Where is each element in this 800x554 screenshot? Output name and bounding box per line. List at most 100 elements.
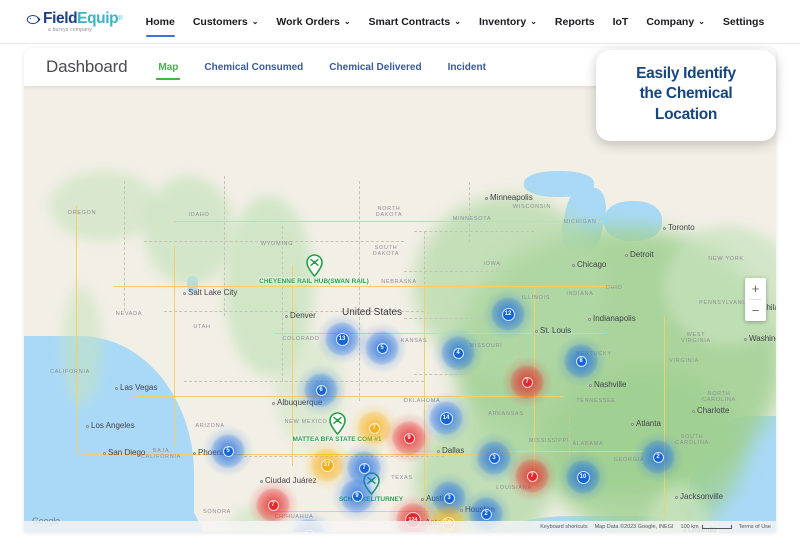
callout-tooltip: Easily Identify the Chemical Location: [596, 50, 776, 142]
terrain-green-sierra: [62, 286, 102, 406]
state-label: SONORA: [202, 509, 232, 515]
cluster-count-badge[interactable]: 5: [222, 445, 234, 457]
cluster-count-badge[interactable]: 7: [368, 422, 380, 434]
city-label: Dallas: [442, 446, 465, 455]
zoom-out-button[interactable]: −: [745, 300, 766, 321]
cluster-count-badge[interactable]: 7: [358, 462, 370, 474]
state-label: NEVADA: [115, 311, 143, 317]
nav-item-label: Home: [145, 15, 175, 28]
map-cluster-marker[interactable]: 12: [482, 288, 534, 340]
city-label: Chicago: [577, 260, 607, 269]
cluster-count-badge[interactable]: 9: [403, 432, 415, 444]
brand-logo[interactable]: Field Equip ® a bursys company: [26, 10, 123, 33]
map-cluster-marker[interactable]: 7: [501, 356, 553, 408]
nav-item-inventory[interactable]: Inventory ⌄: [470, 0, 546, 44]
state-label: MICHIGAN: [563, 219, 597, 225]
nav-item-company[interactable]: Company ⌄: [637, 0, 714, 44]
cluster-count-badge[interactable]: 8: [575, 355, 587, 367]
cluster-count-badge[interactable]: 2: [652, 451, 664, 463]
highway-i80: [114, 286, 614, 287]
cluster-count-badge[interactable]: 7: [526, 470, 538, 482]
city-dot-icon: [534, 330, 538, 333]
tab-chemical-delivered[interactable]: Chemical Delivered: [316, 48, 434, 86]
state-label: CALIFORNIA: [140, 454, 182, 460]
city-dot-icon: [85, 425, 89, 428]
chevron-down-icon: ⌄: [530, 17, 537, 26]
highway-i5: [76, 206, 77, 456]
nav-item-customers[interactable]: Customers ⌄: [184, 0, 268, 44]
map-cluster-marker[interactable]: 2: [632, 431, 684, 483]
state-label: DAKOTA: [372, 251, 400, 257]
nav-item-settings[interactable]: Settings: [714, 0, 773, 44]
highway-i15: [174, 246, 175, 446]
map-cluster-marker[interactable]: 4: [432, 327, 484, 379]
city-dot-icon: [662, 227, 666, 230]
border-v-5: [469, 182, 470, 242]
city-label: St. Louis: [540, 326, 572, 335]
cluster-count-badge[interactable]: 12: [501, 307, 515, 321]
city-label: Charlotte: [697, 406, 730, 415]
map-cluster-marker[interactable]: 14: [420, 392, 472, 444]
cluster-count-badge[interactable]: 10: [576, 470, 590, 484]
tab-incident[interactable]: Incident: [435, 48, 499, 86]
state-label: PENNSYLVANIA: [699, 300, 749, 306]
callout-line-3: Location: [654, 105, 718, 123]
state-label: COLORADO: [282, 336, 320, 342]
state-label: NEW YORK: [708, 256, 744, 262]
city-label: Toronto: [668, 223, 695, 232]
city-label: Denver: [290, 311, 316, 320]
city-dot-icon: [192, 452, 196, 455]
brand-name-field: Field: [43, 10, 78, 27]
cluster-count-badge[interactable]: 9: [351, 490, 363, 502]
cluster-count-badge[interactable]: 4: [452, 347, 464, 359]
state-label: MINNESOTA: [452, 216, 492, 222]
terms-of-use-link[interactable]: Terms of Use: [739, 524, 771, 530]
cluster-count-badge[interactable]: 6: [315, 384, 327, 396]
keyboard-shortcuts-link[interactable]: Keyboard shortcuts: [540, 524, 587, 530]
cluster-count-badge[interactable]: 3: [488, 452, 500, 464]
map-cluster-marker[interactable]: 8: [555, 335, 607, 387]
map-cluster-marker[interactable]: 5: [202, 425, 254, 477]
map-cluster-marker[interactable]: 5: [356, 322, 408, 374]
cluster-count-badge[interactable]: 2: [480, 508, 492, 520]
map-cluster-marker[interactable]: 6: [295, 364, 347, 416]
cluster-count-badge[interactable]: 3: [443, 492, 455, 504]
cluster-count-badge[interactable]: 7: [267, 499, 279, 511]
state-label: VIRGINIA: [669, 358, 699, 364]
map-cluster-marker[interactable]: 9: [331, 470, 383, 522]
city-dot-icon: [182, 292, 186, 295]
nav-item-work-orders[interactable]: Work Orders ⌄: [267, 0, 359, 44]
map-cluster-marker[interactable]: 10: [557, 451, 609, 503]
highway-i40: [134, 396, 564, 397]
terrain-green-idaho: [144, 176, 234, 286]
map-scale-line-icon: [701, 524, 732, 529]
city-label: Detroit: [630, 250, 654, 259]
nav-item-home[interactable]: Home: [137, 0, 184, 44]
cluster-count-badge[interactable]: 7: [521, 376, 533, 388]
city-label: San Diego: [108, 448, 146, 457]
cluster-count-badge[interactable]: 37: [320, 458, 334, 472]
cluster-count-badge[interactable]: 13: [335, 332, 349, 346]
border-line-5: [414, 231, 534, 232]
tab-chemical-consumed[interactable]: Chemical Consumed: [191, 48, 316, 86]
city-dot-icon: [674, 496, 678, 499]
lake-superior: [524, 171, 594, 197]
state-label: DAKOTA: [375, 212, 403, 218]
nav-item-reports[interactable]: Reports: [546, 0, 604, 44]
map-zoom-controls[interactable]: + −: [745, 278, 766, 321]
city-dot-icon: [691, 410, 695, 413]
zoom-in-button[interactable]: +: [745, 278, 766, 299]
nav-item-smart-contracts[interactable]: Smart Contracts ⌄: [360, 0, 470, 44]
nav-item-iot[interactable]: IoT: [604, 0, 638, 44]
tab-map[interactable]: Map: [145, 48, 191, 86]
chevron-down-icon: ⌄: [343, 17, 351, 26]
map-container[interactable]: NORTH DAKOTA SOUTH DAKOTA MINNESOTA WISCONSIN…: [24, 86, 776, 532]
map-cluster-marker[interactable]: 3: [468, 432, 520, 484]
city-label: Atlanta: [636, 419, 661, 428]
state-label: TEXAS: [391, 475, 413, 481]
cluster-count-badge[interactable]: 14: [439, 411, 453, 425]
brand-tagline: a bursys company: [48, 27, 92, 33]
border-v-8: [124, 181, 125, 311]
cluster-count-badge[interactable]: 5: [376, 342, 388, 354]
map-canvas[interactable]: NORTH DAKOTA SOUTH DAKOTA MINNESOTA WISCONSIN…: [24, 86, 776, 532]
